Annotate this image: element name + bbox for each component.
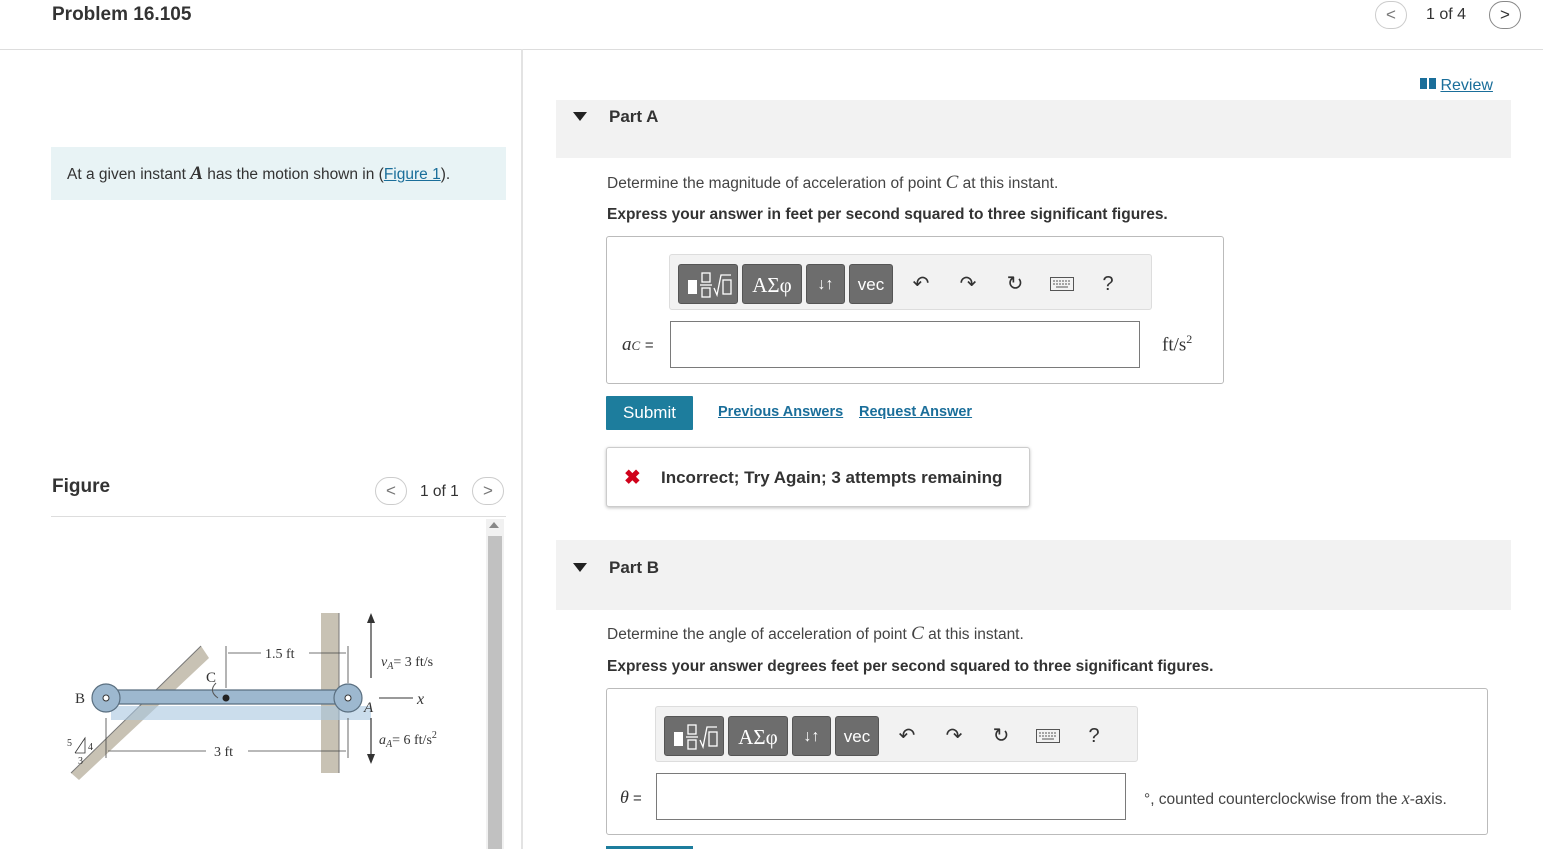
- top-bar: [0, 0, 1543, 50]
- problem-intro: At a given instant A has the motion show…: [51, 147, 506, 200]
- mechanism-figure: 1.5 ft 3 ft B C A vA= 3 ft/s x aA= 6 ft/…: [67, 613, 437, 780]
- figure-next-button[interactable]: >: [472, 477, 504, 505]
- help-icon[interactable]: ?: [1093, 269, 1123, 299]
- part-a-answer-box: ΑΣφ ↓↑ vec ↶ ↷ ↻ ? aC = ft/s2: [606, 236, 1224, 384]
- part-a-instruction: Express your answer in feet per second s…: [607, 206, 1168, 223]
- vec-button[interactable]: vec: [835, 716, 879, 756]
- label-point-a: A: [363, 700, 374, 716]
- part-b-answer-input[interactable]: [656, 773, 1126, 820]
- reset-icon[interactable]: ↻: [986, 721, 1016, 751]
- review-link-label[interactable]: Review: [1440, 77, 1492, 94]
- vec-button[interactable]: vec: [849, 264, 893, 304]
- rod-shadow: [111, 706, 371, 720]
- axis-x-label: x: [416, 691, 424, 708]
- subscript-superscript-button[interactable]: ↓↑: [806, 264, 845, 304]
- part-b-math-toolbar: ΑΣφ ↓↑ vec ↶ ↷ ↻ ?: [655, 706, 1138, 762]
- part-b-title[interactable]: Part B: [609, 558, 659, 578]
- problem-pager-text: 1 of 4: [1426, 6, 1467, 23]
- previous-problem-button[interactable]: <: [1375, 1, 1407, 29]
- part-a-units: ft/s2: [1162, 332, 1193, 356]
- subscript-superscript-button[interactable]: ↓↑: [792, 716, 831, 756]
- help-icon[interactable]: ?: [1079, 721, 1109, 751]
- problem-title: Problem 16.105: [52, 4, 192, 25]
- book-icon: [1420, 76, 1436, 89]
- dimension-top: 1.5 ft: [265, 647, 295, 662]
- feedback-box: ✖ Incorrect; Try Again; 3 attempts remai…: [606, 447, 1030, 507]
- figure-link[interactable]: Figure 1: [384, 166, 441, 183]
- part-b-answer-box: ΑΣφ ↓↑ vec ↶ ↷ ↻ ? θ = °, counted counte…: [606, 688, 1488, 835]
- figure-previous-button[interactable]: <: [375, 477, 407, 505]
- part-a-title[interactable]: Part A: [609, 107, 658, 127]
- figure-scrollbar-thumb[interactable]: [488, 536, 502, 849]
- collapse-triangle-icon[interactable]: [573, 112, 587, 121]
- slope-triangle: [74, 736, 86, 754]
- greek-button[interactable]: ΑΣφ: [742, 264, 802, 304]
- label-point-b: B: [75, 691, 85, 707]
- redo-icon[interactable]: ↷: [939, 721, 969, 751]
- part-a-answer-input[interactable]: [670, 321, 1140, 368]
- part-a-math-toolbar: ΑΣφ ↓↑ vec ↶ ↷ ↻ ?: [669, 254, 1152, 310]
- rod: [102, 689, 359, 705]
- submit-button[interactable]: Submit: [606, 396, 693, 430]
- svg-text:4: 4: [88, 742, 93, 753]
- acceleration-label: aA= 6 ft/s2: [379, 730, 437, 750]
- part-b-variable-label: θ =: [620, 787, 642, 807]
- figure-pager-text: 1 of 1: [420, 483, 459, 500]
- point-c-marker: [222, 694, 230, 702]
- part-b-instruction: Express your answer degrees feet per sec…: [607, 658, 1214, 675]
- request-answer-link[interactable]: Request Answer: [859, 404, 972, 420]
- collapse-triangle-icon[interactable]: [573, 563, 587, 572]
- fraction-sqrt-icon: [688, 272, 732, 298]
- part-b-question: Determine the angle of acceleration of p…: [607, 623, 1024, 644]
- keyboard-icon[interactable]: [1033, 721, 1063, 751]
- previous-answers-link[interactable]: Previous Answers: [718, 404, 843, 420]
- part-a-header[interactable]: [556, 100, 1511, 158]
- velocity-label: vA= 3 ft/s: [381, 655, 433, 672]
- panel-divider: [521, 49, 523, 849]
- part-a-variable-label: aC =: [622, 334, 654, 355]
- review-link[interactable]: Review: [1420, 76, 1493, 95]
- templates-button[interactable]: [678, 264, 738, 304]
- fraction-sqrt-icon: [674, 724, 718, 750]
- reset-icon[interactable]: ↻: [1000, 269, 1030, 299]
- redo-icon[interactable]: ↷: [953, 269, 983, 299]
- templates-button[interactable]: [664, 716, 724, 756]
- feedback-text: Incorrect; Try Again; 3 attempts remaini…: [661, 468, 1003, 487]
- part-b-units: °, counted counterclockwise from the x-a…: [1144, 788, 1447, 808]
- svg-text:5: 5: [67, 738, 72, 749]
- undo-icon[interactable]: ↶: [892, 721, 922, 751]
- svg-text:3: 3: [78, 756, 83, 767]
- greek-button[interactable]: ΑΣφ: [728, 716, 788, 756]
- figure-divider: [51, 516, 506, 517]
- label-point-c: C: [206, 670, 216, 686]
- part-b-header[interactable]: [556, 540, 1511, 610]
- incorrect-icon: ✖: [624, 467, 641, 489]
- next-problem-button[interactable]: >: [1489, 1, 1521, 29]
- keyboard-icon[interactable]: [1047, 269, 1077, 299]
- figure-heading: Figure: [52, 476, 111, 497]
- undo-icon[interactable]: ↶: [906, 269, 936, 299]
- scroll-up-icon[interactable]: [489, 522, 499, 528]
- dimension-bottom: 3 ft: [214, 745, 233, 760]
- part-a-question: Determine the magnitude of acceleration …: [607, 172, 1059, 193]
